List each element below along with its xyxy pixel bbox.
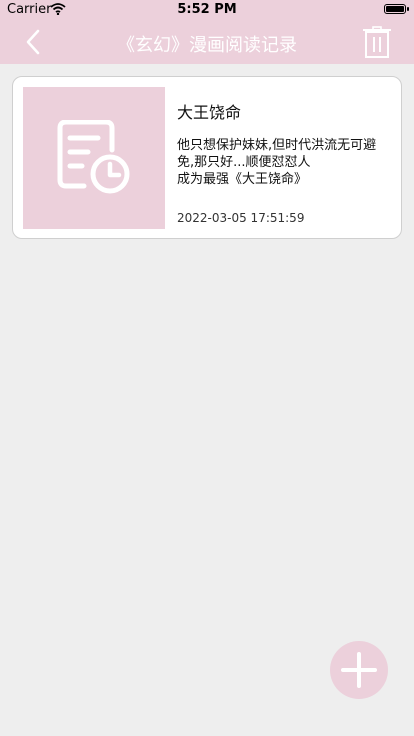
battery-icon: [384, 4, 409, 14]
record-timestamp: 2022-03-05 17:51:59: [177, 211, 305, 225]
status-bar: Carrier 5:52 PM: [0, 0, 414, 20]
page-title: 《玄幻》漫画阅读记录: [117, 35, 297, 56]
delete-all-button[interactable]: [362, 26, 392, 58]
status-time: 5:52 PM: [177, 2, 237, 17]
add-record-button[interactable]: [330, 641, 388, 699]
record-thumbnail: [23, 87, 165, 229]
navigation-bar: 《玄幻》漫画阅读记录: [0, 20, 414, 64]
plus-icon: [341, 652, 377, 688]
record-title: 大王饶命: [177, 103, 242, 122]
reading-record-card[interactable]: 大王饶命 他只想保护妹妹,但时代洪流无可避免,那只好...顺便怼怼人 成为最强《…: [12, 76, 402, 239]
document-clock-icon: [57, 120, 130, 194]
record-description: 他只想保护妹妹,但时代洪流无可避免,那只好...顺便怼怼人 成为最强《大王饶命》: [177, 138, 377, 187]
trash-icon: [363, 26, 391, 58]
